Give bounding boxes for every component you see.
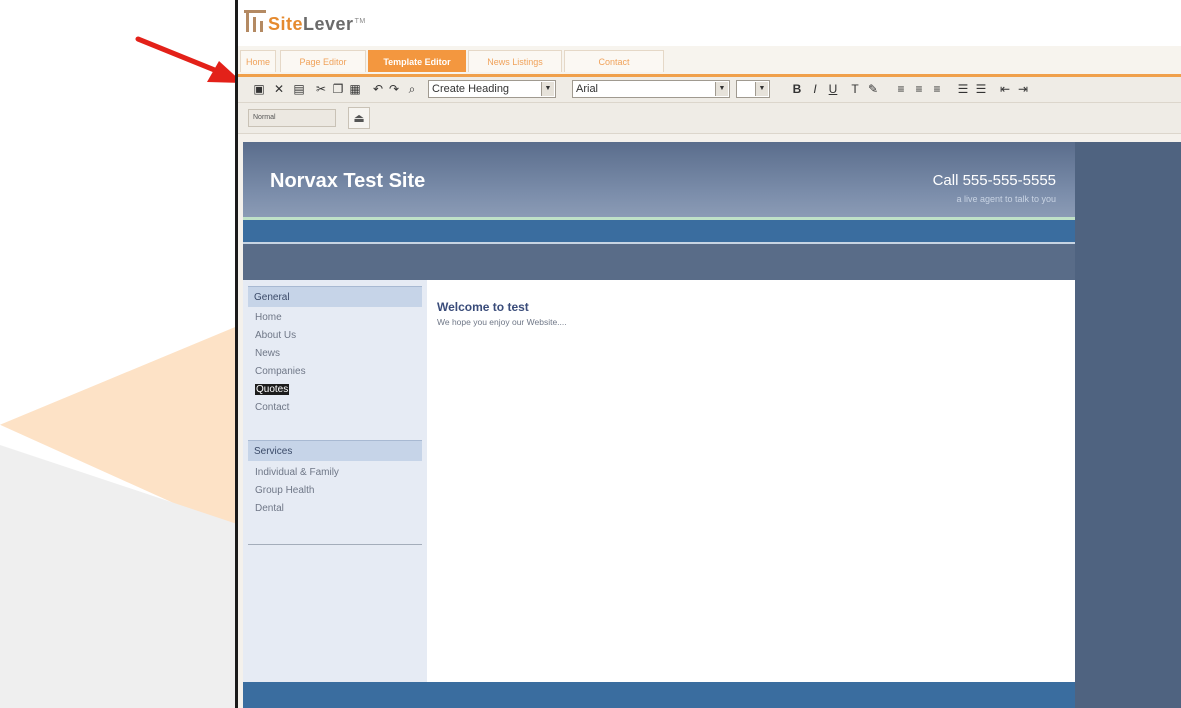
properties-icon[interactable]: ▤ (292, 82, 306, 96)
editor-toolbar: ▣ ✕ ▤ ✂ ❐ ▦ ↶ ↷ ⌕ Create Heading ▼ Arial… (238, 77, 1181, 103)
sidebar-heading-general: General (248, 286, 422, 307)
sidebar-item-home[interactable]: Home (255, 312, 282, 323)
app-logo: SiteLeverTM (268, 14, 366, 35)
logo-part-site: Site (268, 14, 304, 34)
tab-home[interactable]: Home (240, 50, 276, 72)
logo-trademark: TM (354, 18, 366, 25)
text-color-icon[interactable]: T (848, 82, 862, 96)
sidebar-item-dental[interactable]: Dental (255, 503, 284, 514)
sitelever-window: SiteLeverTM Home Page Editor Template Ed… (235, 0, 1181, 708)
sidebar-divider (248, 544, 422, 545)
tab-template-editor[interactable]: Template Editor (368, 50, 466, 72)
upload-icon[interactable]: ⏏ (348, 107, 370, 129)
nav-band (243, 220, 1075, 242)
font-select-value: Arial (576, 83, 599, 95)
sidebar-item-individual-family[interactable]: Individual & Family (255, 467, 339, 478)
sub-nav-band (243, 244, 1075, 280)
brand-bar: SiteLeverTM (238, 0, 1181, 46)
italic-icon[interactable]: I (808, 82, 822, 96)
sitelever-logo-icon (244, 10, 266, 32)
main-tabs: Home Page Editor Template Editor News Li… (238, 46, 1181, 77)
style-select[interactable]: Create Heading ▼ (428, 80, 556, 98)
copy-icon[interactable]: ❐ (331, 82, 345, 96)
site-sidebar: General Home About Us News Companies Quo… (243, 280, 427, 682)
tab-page-editor[interactable]: Page Editor (280, 50, 366, 72)
sidebar-item-companies[interactable]: Companies (255, 366, 306, 377)
bold-icon[interactable]: B (790, 82, 804, 96)
annotation-arrow (135, 36, 243, 83)
site-title: Norvax Test Site (270, 170, 426, 192)
undo-icon[interactable]: ↶ (371, 82, 385, 96)
font-select[interactable]: Arial ▼ (572, 80, 730, 98)
find-icon[interactable]: ⌕ (405, 82, 419, 96)
sidebar-item-quotes[interactable]: Quotes (255, 384, 290, 395)
align-center-icon[interactable]: ≡ (912, 82, 926, 96)
align-right-icon[interactable]: ≡ (930, 82, 944, 96)
template-preview-area: Norvax Test Site Call 555-555-5555 a liv… (243, 142, 1181, 708)
sidebar-item-contact[interactable]: Contact (255, 402, 289, 413)
format-select[interactable]: Normal (248, 109, 336, 127)
style-select-value: Create Heading (432, 83, 510, 95)
editor-toolbar-secondary: Normal ⏏ (238, 103, 1181, 134)
size-select[interactable]: ▼ (736, 80, 770, 98)
chevron-down-icon[interactable]: ▼ (715, 82, 728, 96)
highlight-icon[interactable]: ✎ (866, 82, 880, 96)
indent-icon[interactable]: ⇥ (1016, 82, 1030, 96)
sidebar-heading-services: Services (248, 440, 422, 461)
sidebar-item-group-health[interactable]: Group Health (255, 485, 314, 496)
site-phone: Call 555-555-5555 (932, 172, 1056, 189)
align-left-icon[interactable]: ≡ (894, 82, 908, 96)
sidebar-item-news[interactable]: News (255, 348, 280, 359)
sidebar-item-about-us[interactable]: About Us (255, 330, 296, 341)
chevron-down-icon[interactable]: ▼ (755, 82, 768, 96)
tab-news-listings[interactable]: News Listings (468, 50, 562, 72)
numbered-list-icon[interactable]: ☰ (956, 82, 970, 96)
logo-part-lever: Lever (303, 14, 354, 34)
bulleted-list-icon[interactable]: ☰ (974, 82, 988, 96)
site-header: Norvax Test Site Call 555-555-5555 a liv… (243, 142, 1075, 217)
underline-icon[interactable]: U (826, 82, 840, 96)
outdent-icon[interactable]: ⇤ (998, 82, 1012, 96)
site-tagline: a live agent to talk to you (956, 194, 1056, 204)
welcome-heading[interactable]: Welcome to test (437, 300, 529, 314)
paste-icon[interactable]: ▦ (348, 82, 362, 96)
welcome-text[interactable]: We hope you enjoy our Website.... (437, 317, 567, 327)
site-footer (243, 682, 1075, 708)
cut-icon[interactable]: ✂ (314, 82, 328, 96)
tab-contact[interactable]: Contact (564, 50, 664, 72)
close-icon[interactable]: ✕ (272, 82, 286, 96)
chevron-down-icon[interactable]: ▼ (541, 82, 554, 96)
site-preview: Norvax Test Site Call 555-555-5555 a liv… (243, 142, 1075, 708)
save-icon[interactable]: ▣ (252, 82, 266, 96)
redo-icon[interactable]: ↷ (387, 82, 401, 96)
site-content: Welcome to test We hope you enjoy our We… (427, 280, 1075, 682)
